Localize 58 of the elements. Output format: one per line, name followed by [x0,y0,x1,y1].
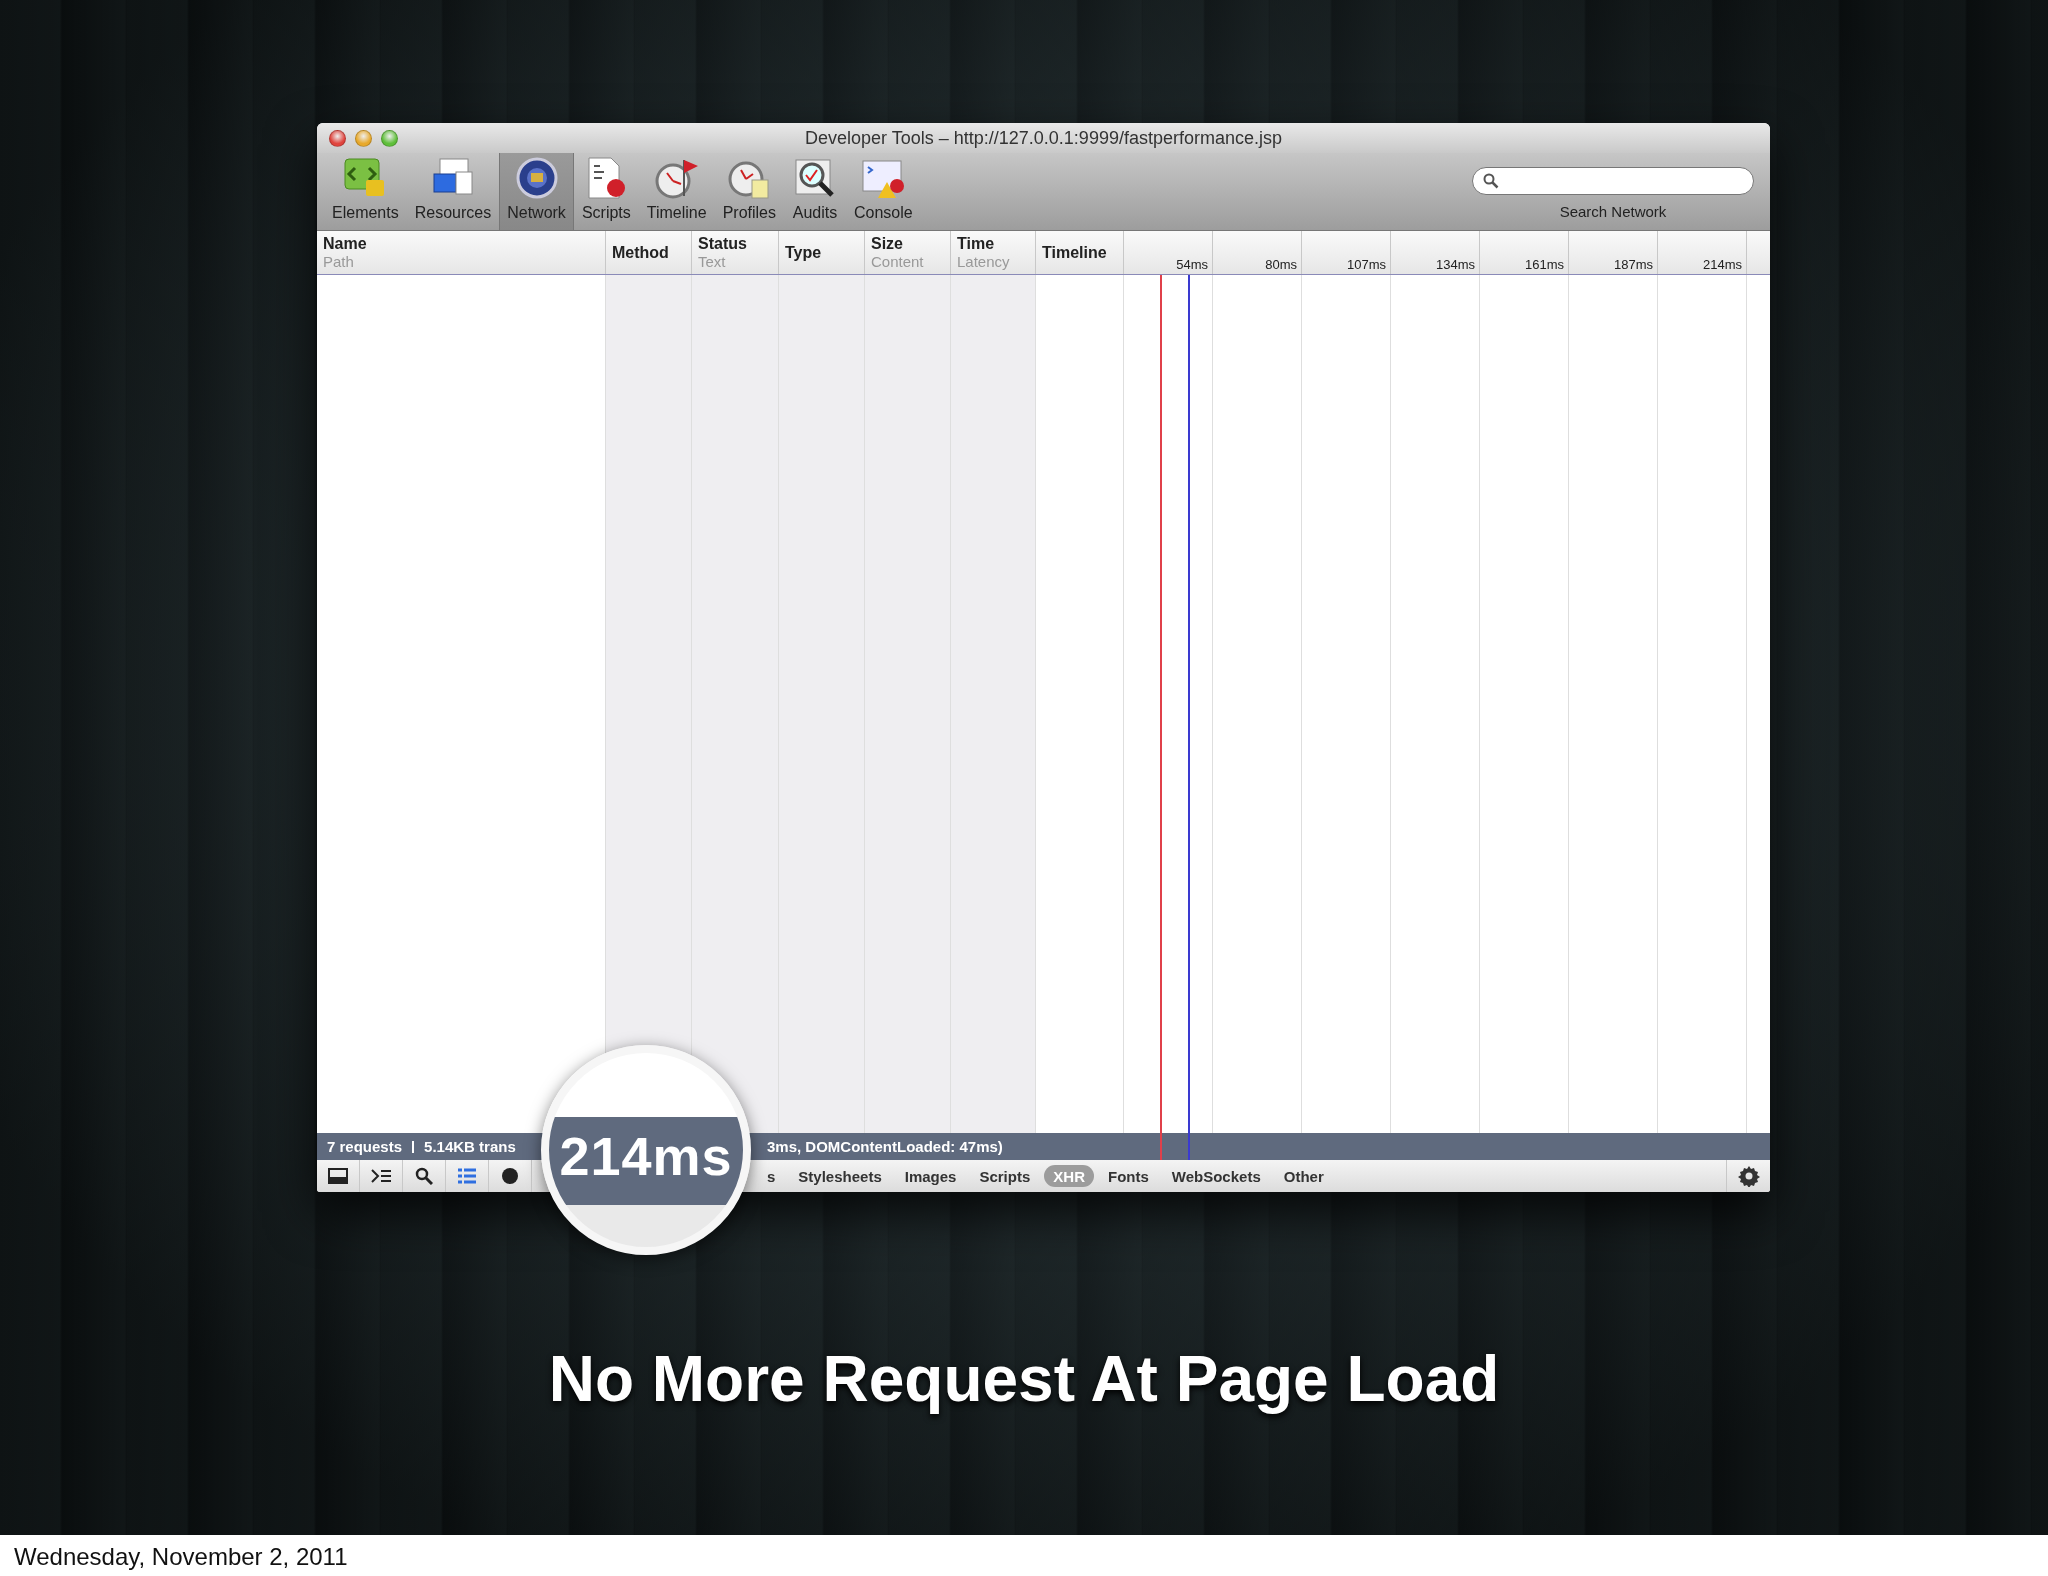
toolbar-tab[interactable]: Scripts [573,153,639,230]
column-header[interactable]: Time Latency [951,231,1036,274]
toolbar-tab[interactable]: Timeline [638,153,715,230]
filter-button[interactable]: Stylesheets [789,1165,891,1187]
column-title: Type [785,243,823,262]
filter-button[interactable]: WebSockets [1162,1165,1270,1187]
column-header[interactable]: Status Text [692,231,779,274]
column-header[interactable]: Timeline [1036,231,1124,274]
list-icon [457,1168,477,1184]
toolbar-tab[interactable]: Console [846,153,921,230]
toolbar-tab[interactable]: Elements [324,153,407,230]
status-text: 5.14KB trans [424,1138,516,1155]
column-header[interactable]: Method [606,231,692,274]
filter-button[interactable]: Scripts [970,1165,1040,1187]
timeline-tick: 187ms [1613,257,1653,272]
slide-title: No More Request At Page Load [548,1342,1500,1416]
search-icon [415,1167,433,1185]
toolbar-tab[interactable]: Audits [784,153,846,230]
column-header[interactable]: Type [779,231,865,274]
window-title: Developer Tools – http://127.0.0.1:9999/fastperformance.jsp [805,127,1282,149]
column-title: Timeline [1042,243,1108,262]
column-title: Method [612,243,670,262]
status-text: 7 requests [327,1138,403,1155]
search-label: Search Network [1559,203,1667,220]
column-subtitle: Content [871,253,925,270]
timeline-tick: 107ms [1346,257,1386,272]
column-title: Time [957,235,996,253]
filter-button[interactable]: Images [895,1165,966,1187]
toolbar-tab[interactable]: Network [499,153,574,230]
timeline-tick: 80ms [1265,257,1297,272]
record-icon [501,1167,519,1185]
column-title: Status [698,235,748,253]
timeline-tick: 161ms [1524,257,1564,272]
column-title: Size [871,235,904,253]
timeline-tick: 214ms [1702,257,1742,272]
column-subtitle: Text [698,253,727,270]
column-title: Name [323,235,368,253]
search-field[interactable] [1472,167,1754,195]
dock-icon [328,1168,348,1184]
close-button[interactable] [329,129,346,147]
filter-button[interactable]: s [758,1165,785,1187]
column-subtitle: Path [323,253,355,270]
timeline-tick: 54ms [1176,257,1208,272]
status-text: 3ms, DOMContentLoaded: 47ms) [767,1138,1003,1155]
date-footer: Wednesday, November 2, 2011 [14,1543,2048,1571]
filter-button[interactable]: Fonts [1098,1165,1158,1187]
zoom-button[interactable] [381,129,398,147]
search-icon [1483,173,1499,189]
column-subtitle: Latency [957,253,1011,270]
column-header[interactable]: Name Path [317,231,606,274]
toolbar-tab[interactable]: Resources [406,153,500,230]
magnified-reading: 214ms [559,1125,733,1187]
filter-button[interactable]: Other [1274,1165,1333,1187]
console-icon [370,1168,392,1184]
toolbar-tab[interactable]: Profiles [714,153,784,230]
settings-icon [1737,1165,1760,1187]
column-header[interactable]: Size Content [865,231,951,274]
timeline-tick: 134ms [1435,257,1475,272]
